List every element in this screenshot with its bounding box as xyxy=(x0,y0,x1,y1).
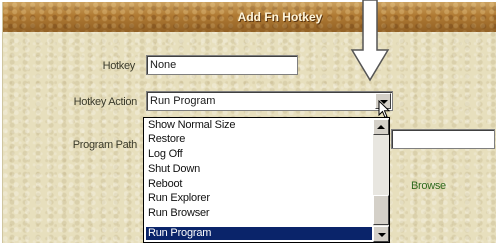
option-restore[interactable]: Restore xyxy=(146,133,372,146)
list-scrollbar[interactable] xyxy=(373,119,389,242)
option-run-program[interactable]: Run Program xyxy=(146,227,372,240)
hotkey-label: Hotkey xyxy=(102,60,136,72)
option-shut-down[interactable]: Shut Down xyxy=(146,163,372,176)
scroll-down-button[interactable] xyxy=(373,226,389,242)
scroll-up-icon xyxy=(377,125,385,129)
dialog-title: Add Fn Hotkey xyxy=(237,10,323,24)
hotkey-action-select[interactable]: Run Program xyxy=(146,91,393,111)
scroll-down-icon xyxy=(378,233,386,237)
scroll-up-button[interactable] xyxy=(373,119,389,135)
hotkey-action-selected: Run Program xyxy=(150,95,216,107)
title-bar: Add Fn Hotkey xyxy=(3,2,496,32)
program-path-label: Program Path xyxy=(72,139,138,151)
browse-button[interactable]: Browse xyxy=(411,180,446,192)
hotkey-action-options: Show Normal Size Restore Log Off Shut Do… xyxy=(143,117,390,243)
option-show-normal-size[interactable]: Show Normal Size xyxy=(146,119,372,132)
option-log-off[interactable]: Log Off xyxy=(146,148,372,161)
program-path-input[interactable] xyxy=(391,129,495,149)
option-run-explorer[interactable]: Run Explorer xyxy=(146,192,372,205)
scroll-thumb[interactable] xyxy=(373,195,389,225)
hotkey-action-label: Hotkey Action xyxy=(73,96,138,108)
option-run-browser[interactable]: Run Browser xyxy=(146,207,372,220)
hotkey-field[interactable]: None xyxy=(146,55,298,75)
option-reboot[interactable]: Reboot xyxy=(146,178,372,191)
mouse-pointer-icon xyxy=(378,100,391,119)
down-arrow-icon xyxy=(350,0,390,82)
